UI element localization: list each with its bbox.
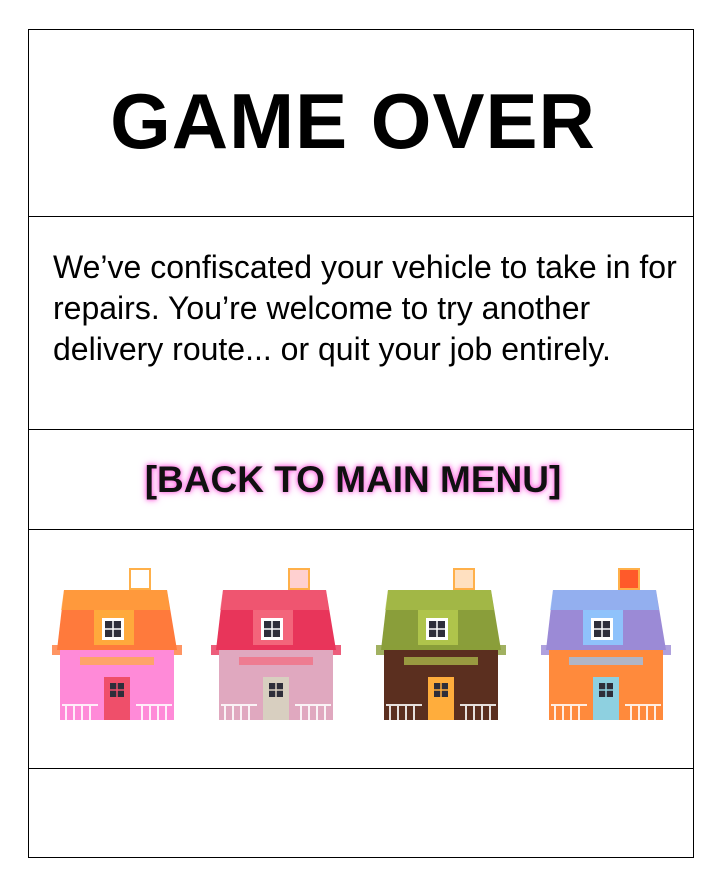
back-to-main-menu-link[interactable]: [BACK TO MAIN MENU]	[29, 459, 677, 501]
house-icon	[376, 565, 506, 730]
divider	[29, 529, 693, 530]
divider	[29, 429, 693, 430]
house-icon	[211, 565, 341, 730]
game-over-title: GAME OVER	[110, 77, 596, 165]
game-over-panel: GAME OVER We’ve confiscated your vehicle…	[28, 29, 694, 858]
house-icon	[541, 565, 671, 730]
divider	[29, 216, 693, 217]
game-over-message: We’ve confiscated your vehicle to take i…	[53, 249, 677, 367]
houses-illustration	[49, 565, 671, 730]
house-icon	[52, 565, 182, 730]
divider	[29, 768, 693, 769]
